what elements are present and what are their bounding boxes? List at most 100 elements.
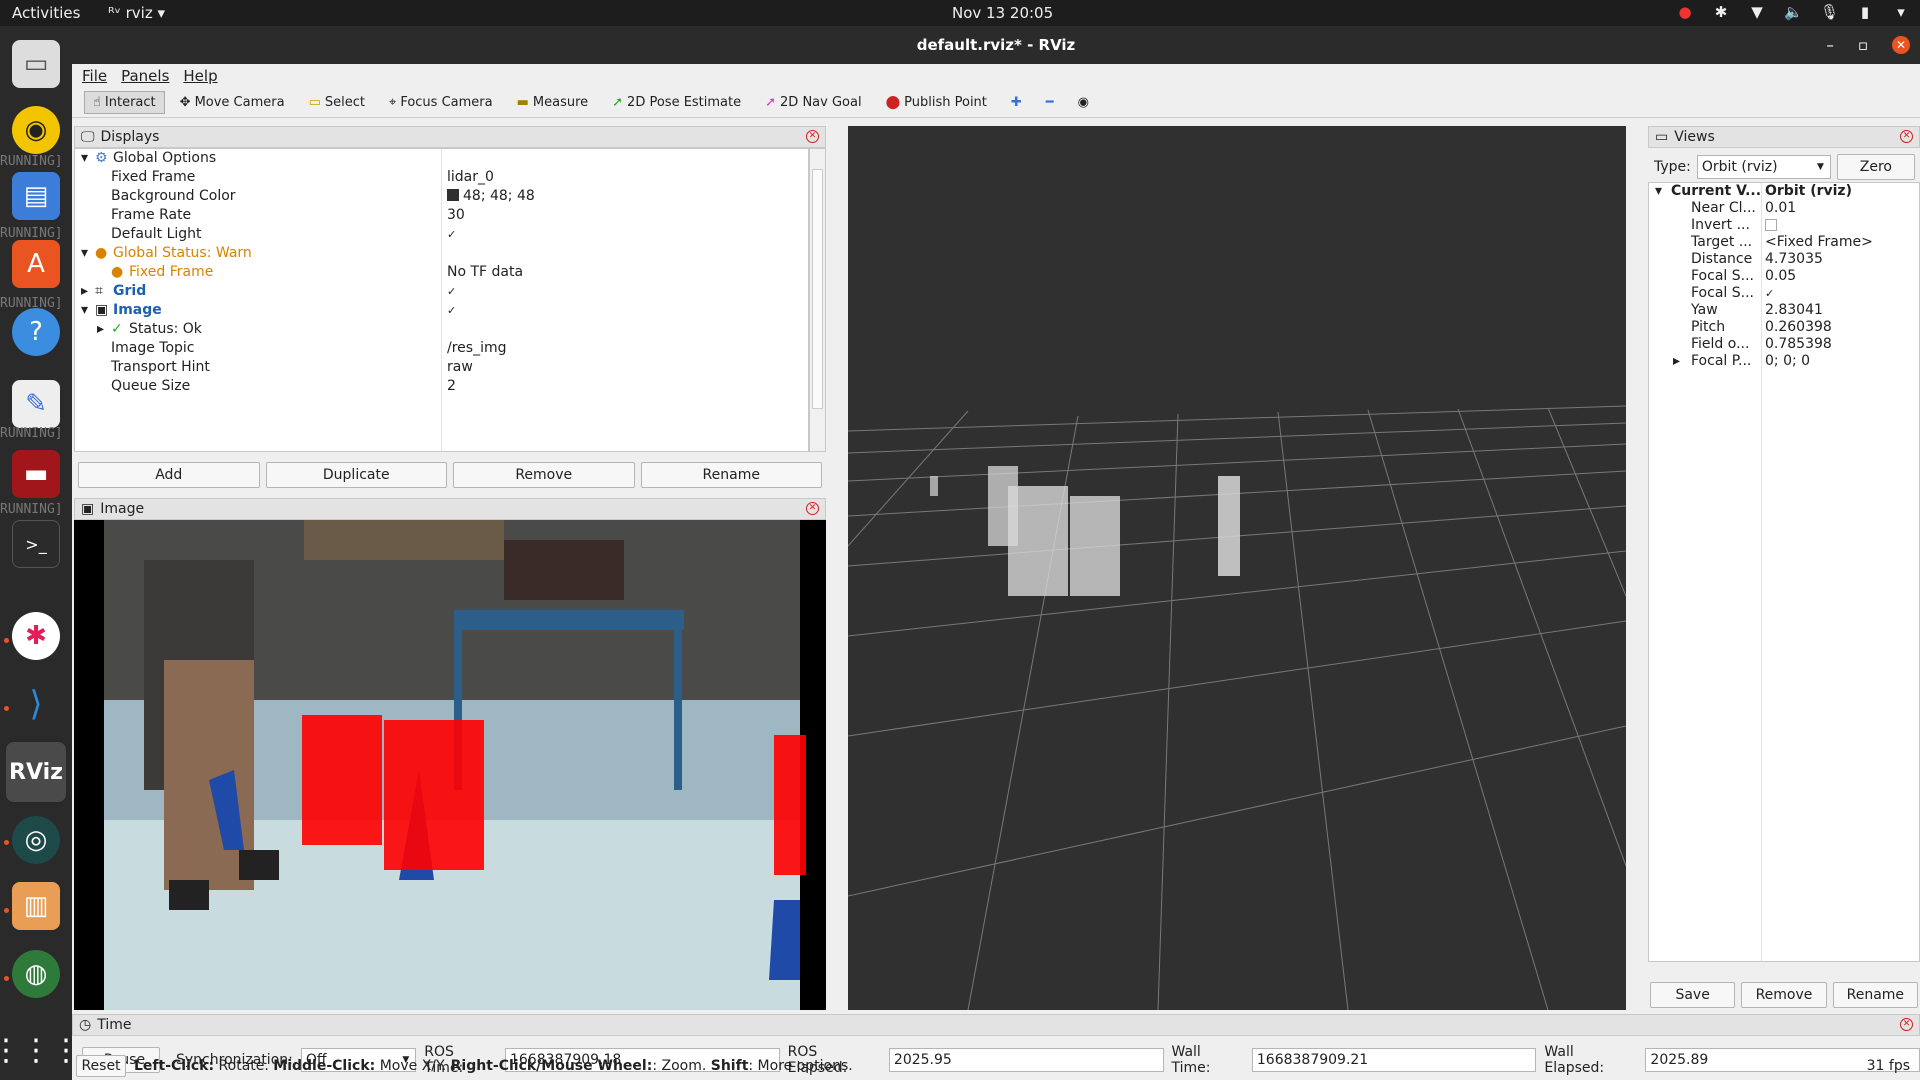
tree-row[interactable]: Focal S... 0.05 bbox=[1649, 268, 1919, 285]
rhythmbox-icon[interactable]: ◉ bbox=[12, 106, 60, 154]
close-panel-icon[interactable]: ✕ bbox=[806, 130, 819, 143]
text-editor-icon[interactable]: ✎ bbox=[12, 380, 60, 428]
tree-value[interactable]: 48; 48; 48 bbox=[447, 187, 535, 206]
add-button[interactable]: Add bbox=[78, 462, 260, 488]
tree-value[interactable]: 0.01 bbox=[1765, 200, 1796, 217]
tree-row[interactable]: Distance 4.73035 bbox=[1649, 251, 1919, 268]
tree-row[interactable]: Fixed Frame lidar_0 bbox=[75, 168, 808, 187]
tool-measure[interactable]: ▬ Measure bbox=[508, 91, 598, 114]
close-panel-icon[interactable]: ✕ bbox=[806, 502, 819, 515]
tool-interact[interactable]: ☝ Interact bbox=[84, 91, 165, 114]
expand-arrow-icon[interactable]: ▸ bbox=[97, 320, 104, 339]
rviz-icon[interactable]: RViz bbox=[6, 742, 66, 802]
duplicate-button[interactable]: Duplicate bbox=[265, 462, 447, 488]
checkbox[interactable] bbox=[1765, 219, 1777, 231]
gitkraken-icon[interactable]: ◎ bbox=[12, 816, 60, 864]
tree-row[interactable]: ▾ ⚙ Global Options bbox=[75, 149, 808, 168]
tool-focus-camera[interactable]: ⌖ Focus Camera bbox=[380, 91, 502, 114]
mic-icon[interactable]: 🎙 bbox=[1820, 3, 1839, 21]
archive-manager-icon[interactable]: ▥ bbox=[12, 882, 60, 930]
time-header[interactable]: ◷ Time ✕ bbox=[72, 1014, 1920, 1036]
tree-value[interactable]: 0; 0; 0 bbox=[1765, 353, 1810, 370]
screen-recorder-icon[interactable]: ▬ bbox=[12, 450, 60, 498]
tree-value[interactable]: 0.260398 bbox=[1765, 319, 1832, 336]
activities-button[interactable]: Activities bbox=[12, 4, 80, 22]
checkbox[interactable]: ✓ bbox=[447, 225, 456, 244]
expand-arrow-icon[interactable]: ▾ bbox=[81, 301, 88, 320]
tree-row[interactable]: Transport Hint raw bbox=[75, 358, 808, 377]
writer-icon[interactable]: ▤ bbox=[12, 172, 60, 220]
remove-button[interactable]: Remove bbox=[453, 462, 635, 488]
clock[interactable]: Nov 13 20:05 bbox=[952, 4, 1053, 22]
zero-button[interactable]: Zero bbox=[1836, 154, 1915, 180]
tree-value[interactable]: 4.73035 bbox=[1765, 251, 1823, 268]
rename-button[interactable]: Rename bbox=[640, 462, 822, 488]
software-center-icon[interactable]: A bbox=[12, 240, 60, 288]
tree-value[interactable]: <Fixed Frame> bbox=[1765, 234, 1873, 251]
remove-tool-button[interactable]: ━ bbox=[1037, 91, 1063, 114]
displays-header[interactable]: 🖵 Displays ✕ bbox=[74, 126, 826, 148]
tree-row[interactable]: ▾ Current V... Orbit (rviz) bbox=[1649, 183, 1919, 200]
tree-row[interactable]: Yaw 2.83041 bbox=[1649, 302, 1919, 319]
tool-move-camera[interactable]: ✥ Move Camera bbox=[171, 91, 294, 114]
displays-scrollbar[interactable] bbox=[809, 148, 826, 452]
camera-type-button[interactable]: ◉ bbox=[1069, 91, 1098, 114]
tree-row[interactable]: Image Topic/res_img bbox=[75, 339, 808, 358]
tree-row[interactable]: Focal S... ✓ bbox=[1649, 285, 1919, 302]
tree-value[interactable]: /res_img bbox=[447, 339, 507, 358]
tree-row[interactable]: Target ... <Fixed Frame> bbox=[1649, 234, 1919, 251]
tree-value[interactable]: 30 bbox=[447, 206, 465, 225]
rename-view-button[interactable]: Rename bbox=[1832, 982, 1918, 1008]
browser-icon[interactable]: ◍ bbox=[12, 950, 60, 998]
tree-value[interactable]: 2 bbox=[447, 377, 456, 396]
tree-row[interactable]: Near Cl... 0.01 bbox=[1649, 200, 1919, 217]
tree-value[interactable]: 2.83041 bbox=[1765, 302, 1823, 319]
expand-arrow-icon[interactable]: ▾ bbox=[81, 149, 88, 168]
menu-file[interactable]: File bbox=[82, 67, 107, 85]
show-applications-icon[interactable]: ⋮⋮⋮ bbox=[0, 1026, 81, 1074]
tree-value[interactable]: raw bbox=[447, 358, 473, 377]
add-tool-button[interactable]: ✚ bbox=[1002, 91, 1031, 114]
checkbox[interactable]: ✓ bbox=[1765, 285, 1774, 302]
volume-icon[interactable]: 🔈 bbox=[1784, 3, 1803, 21]
tree-value[interactable]: 0.05 bbox=[1765, 268, 1796, 285]
menu-help[interactable]: Help bbox=[183, 67, 217, 85]
close-panel-icon[interactable]: ✕ bbox=[1900, 1018, 1913, 1031]
tree-row[interactable]: Default Light ✓ bbox=[75, 225, 808, 244]
battery-icon[interactable]: ▮ bbox=[1856, 3, 1874, 21]
files-icon[interactable]: ▭ bbox=[12, 40, 60, 88]
help-icon[interactable]: ? bbox=[12, 308, 60, 356]
close-panel-icon[interactable]: ✕ bbox=[1900, 130, 1913, 143]
tree-value[interactable]: lidar_0 bbox=[447, 168, 494, 187]
menu-panels[interactable]: Panels bbox=[121, 67, 169, 85]
tool-publish-point[interactable]: ⬤ Publish Point bbox=[877, 91, 996, 114]
checkbox[interactable]: ✓ bbox=[447, 282, 456, 301]
tool-2d-pose-estimate[interactable]: ➚ 2D Pose Estimate bbox=[603, 91, 750, 114]
tree-row[interactable]: Queue Size 2 bbox=[75, 377, 808, 396]
scrollbar-thumb[interactable] bbox=[812, 169, 823, 409]
tree-value[interactable]: Orbit (rviz) bbox=[1765, 183, 1852, 200]
tool-2d-nav-goal[interactable]: ➚ 2D Nav Goal bbox=[756, 91, 870, 114]
app-menu[interactable]: ᴿᵛ rviz ▾ bbox=[108, 4, 165, 22]
reset-button[interactable]: Reset bbox=[76, 1055, 126, 1077]
expand-arrow-icon[interactable]: ▾ bbox=[1655, 183, 1662, 200]
tree-row[interactable]: ▸ ⌗ Grid ✓ bbox=[75, 282, 808, 301]
tree-row[interactable]: ▸ Focal P... 0; 0; 0 bbox=[1649, 353, 1919, 370]
tree-row[interactable]: Frame Rate 30 bbox=[75, 206, 808, 225]
expand-arrow-icon[interactable]: ▾ bbox=[81, 244, 88, 263]
checkbox[interactable]: ✓ bbox=[447, 301, 456, 320]
tree-row[interactable]: Background Color 48; 48; 48 bbox=[75, 187, 808, 206]
slack-icon[interactable]: ✱ bbox=[12, 612, 60, 660]
tree-row[interactable]: ▾ ● Global Status: Warn bbox=[75, 244, 808, 263]
save-view-button[interactable]: Save bbox=[1650, 982, 1736, 1008]
slack-tray-icon[interactable]: ✱ bbox=[1712, 3, 1730, 21]
window-titlebar[interactable]: default.rviz* - RViz – ▫ ✕ bbox=[72, 26, 1920, 64]
image-panel-header[interactable]: ▣ Image ✕ bbox=[74, 498, 826, 520]
views-header[interactable]: ▭ Views ✕ bbox=[1648, 126, 1920, 148]
tree-row[interactable]: ▾ ▣ Image ✓ bbox=[75, 301, 808, 320]
close-icon[interactable]: ✕ bbox=[1892, 36, 1910, 54]
tree-row[interactable]: Invert ... bbox=[1649, 217, 1919, 234]
tool-select[interactable]: ▭ Select bbox=[300, 91, 374, 114]
wifi-icon[interactable]: ▼ bbox=[1748, 3, 1766, 21]
expand-arrow-icon[interactable]: ▸ bbox=[1673, 353, 1680, 370]
